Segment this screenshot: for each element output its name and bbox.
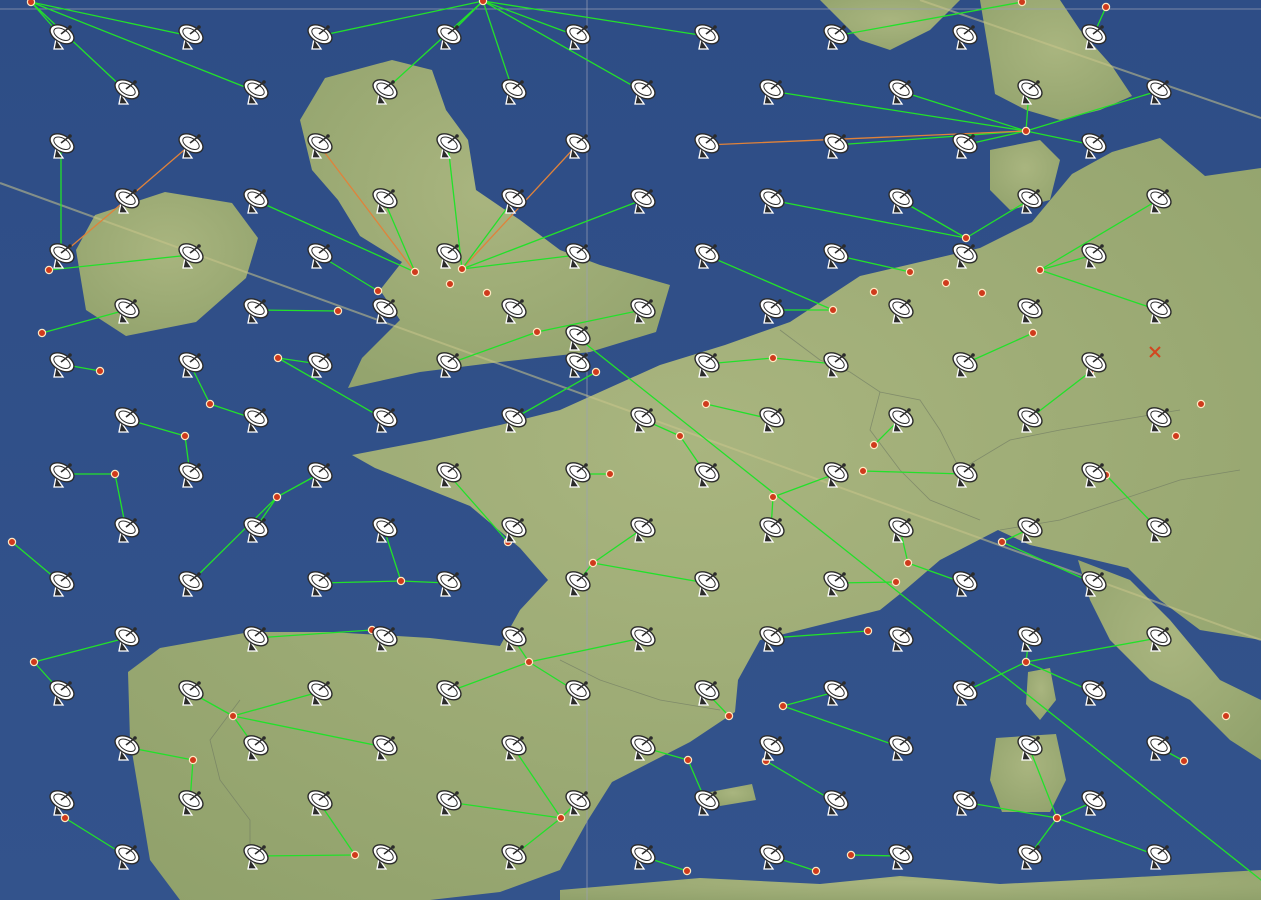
relay-node [1017, 0, 1027, 7]
relay-node [1179, 756, 1189, 766]
relay-node [478, 0, 488, 6]
relay-node [457, 264, 467, 274]
relay-node [228, 711, 238, 721]
relay-node [1171, 431, 1181, 441]
relay-node [37, 328, 47, 338]
relay-node [682, 866, 692, 876]
relay-node [683, 755, 693, 765]
relay-node [410, 267, 420, 277]
relay-node [205, 399, 215, 409]
relay-node [701, 399, 711, 409]
relay-node [858, 466, 868, 476]
relay-node [482, 288, 492, 298]
relay-node [941, 278, 951, 288]
relay-node [44, 265, 54, 275]
world-map [0, 0, 1261, 900]
relay-node [524, 657, 534, 667]
relay-node [811, 866, 821, 876]
relay-node [724, 711, 734, 721]
relay-node [846, 850, 856, 860]
relay-node [903, 558, 913, 568]
relay-node [7, 537, 17, 547]
relay-node [272, 492, 282, 502]
relay-node [1021, 126, 1031, 136]
relay-node [373, 286, 383, 296]
relay-node [1196, 399, 1206, 409]
relay-node [180, 431, 190, 441]
relay-node [768, 492, 778, 502]
relay-node [396, 576, 406, 586]
relay-node [591, 367, 601, 377]
relay-node [778, 701, 788, 711]
relay-node [350, 850, 360, 860]
relay-node [905, 267, 915, 277]
relay-node [863, 626, 873, 636]
relay-node [1035, 265, 1045, 275]
relay-node [961, 233, 971, 243]
relay-node [768, 353, 778, 363]
relay-node [891, 577, 901, 587]
relay-node [1221, 711, 1231, 721]
relay-node [556, 813, 566, 823]
relay-node [869, 440, 879, 450]
relay-node [605, 469, 615, 479]
relay-node [828, 305, 838, 315]
relay-node [273, 353, 283, 363]
relay-node [675, 431, 685, 441]
relay-node [1101, 2, 1111, 12]
relay-node [188, 755, 198, 765]
relay-node [1028, 328, 1038, 338]
relay-node [95, 366, 105, 376]
relay-node [977, 288, 987, 298]
relay-node [588, 558, 598, 568]
relay-node [997, 537, 1007, 547]
relay-node [1052, 813, 1062, 823]
relay-node [26, 0, 36, 7]
relay-node [532, 327, 542, 337]
relay-node [110, 469, 120, 479]
relay-node [333, 306, 343, 316]
relay-node [29, 657, 39, 667]
relay-node [869, 287, 879, 297]
relay-node [1021, 657, 1031, 667]
relay-node [445, 279, 455, 289]
